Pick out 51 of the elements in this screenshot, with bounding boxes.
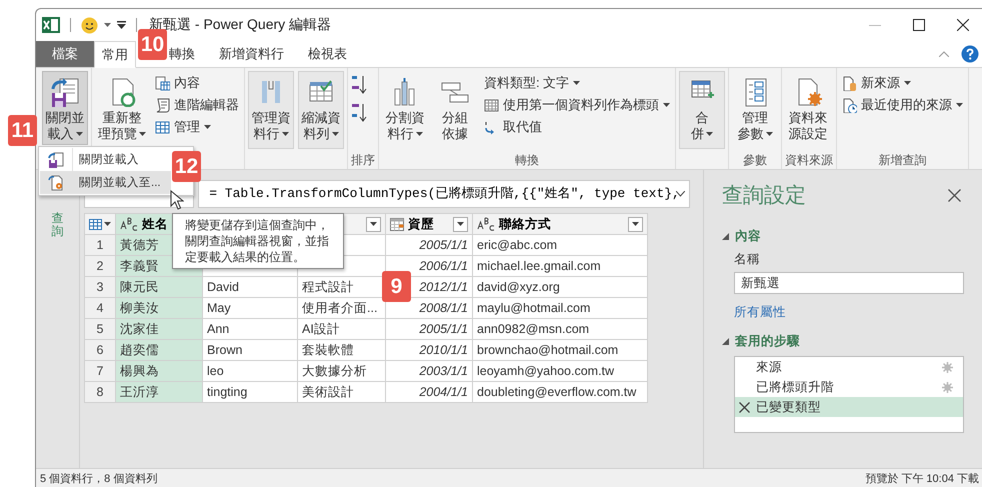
tooltip: 將變更儲存到這個查詢中，關閉查詢編輯器視窗，並指定要載入結果的位置。 <box>172 213 344 269</box>
table-cell: doubleting@everflow.com.tw <box>472 382 648 402</box>
table-cell: Brown <box>202 340 298 360</box>
table-cell: eric@abc.com <box>472 234 648 256</box>
table-cell: 2003/1/1 <box>386 360 472 382</box>
status-text: 預覽於 下午 10:04 下載 <box>865 472 979 486</box>
table-cell: 柳美汝 <box>116 298 202 318</box>
table-cell: leoyamh@yahoo.com.tw <box>472 360 648 382</box>
table-cell: 套裝軟體 <box>298 340 386 360</box>
step-badge: 11 <box>8 115 37 146</box>
table-cell: 趙奕儒 <box>116 340 202 360</box>
row-number: 2 <box>84 256 116 276</box>
table-cell: David <box>202 276 298 298</box>
field-label: 名稱 <box>734 251 761 268</box>
row-number: 4 <box>84 298 116 318</box>
step-badge: 12 <box>172 151 201 182</box>
table-cell: 陳元民 <box>116 276 202 298</box>
table-cell: 2004/1/1 <box>386 382 472 402</box>
table-cell: tingting <box>202 382 298 402</box>
table-cell: 楊興為 <box>116 360 202 382</box>
table-cell: david@xyz.org <box>472 276 648 298</box>
table-cell: maylu@hotmail.com <box>472 298 648 318</box>
table-cell: leo <box>202 360 298 382</box>
table-cell: 王沂淳 <box>116 382 202 402</box>
table-cell: 沈家佳 <box>116 318 202 340</box>
row-number: 8 <box>84 382 116 402</box>
table-cell: 大數據分析 <box>298 360 386 382</box>
table-cell: Ann <box>202 318 298 340</box>
table-cell: michael.lee.gmail.com <box>472 256 648 276</box>
group-label: 轉換 <box>515 152 539 168</box>
step-badge: 9 <box>382 271 411 302</box>
group-label: 資料來源 <box>785 152 833 168</box>
table-cell: AI設計 <box>298 318 386 340</box>
table-cell: May <box>202 298 298 318</box>
group-label: 參數 <box>743 152 767 168</box>
row-number: 7 <box>84 360 116 382</box>
row-number: 1 <box>84 234 116 256</box>
group-label: 新增查詢 <box>878 152 926 168</box>
row-number: 5 <box>84 318 116 340</box>
table-cell: 2005/1/1 <box>386 234 472 256</box>
pane-title: 查詢設定 <box>722 183 806 209</box>
table-cell: 2005/1/1 <box>386 318 472 340</box>
table-cell: brownchao@hotmail.com <box>472 340 648 360</box>
table-cell: 美術設計 <box>298 382 386 402</box>
row-number: 3 <box>84 276 116 298</box>
status-text: 5 個資料行，8 個資料列 <box>40 472 158 486</box>
row-number: 6 <box>84 340 116 360</box>
table-cell: ann0982@msn.com <box>472 318 648 340</box>
step-badge: 10 <box>138 29 167 60</box>
group-label: 排序 <box>351 152 375 168</box>
table-cell: 2010/1/1 <box>386 340 472 360</box>
